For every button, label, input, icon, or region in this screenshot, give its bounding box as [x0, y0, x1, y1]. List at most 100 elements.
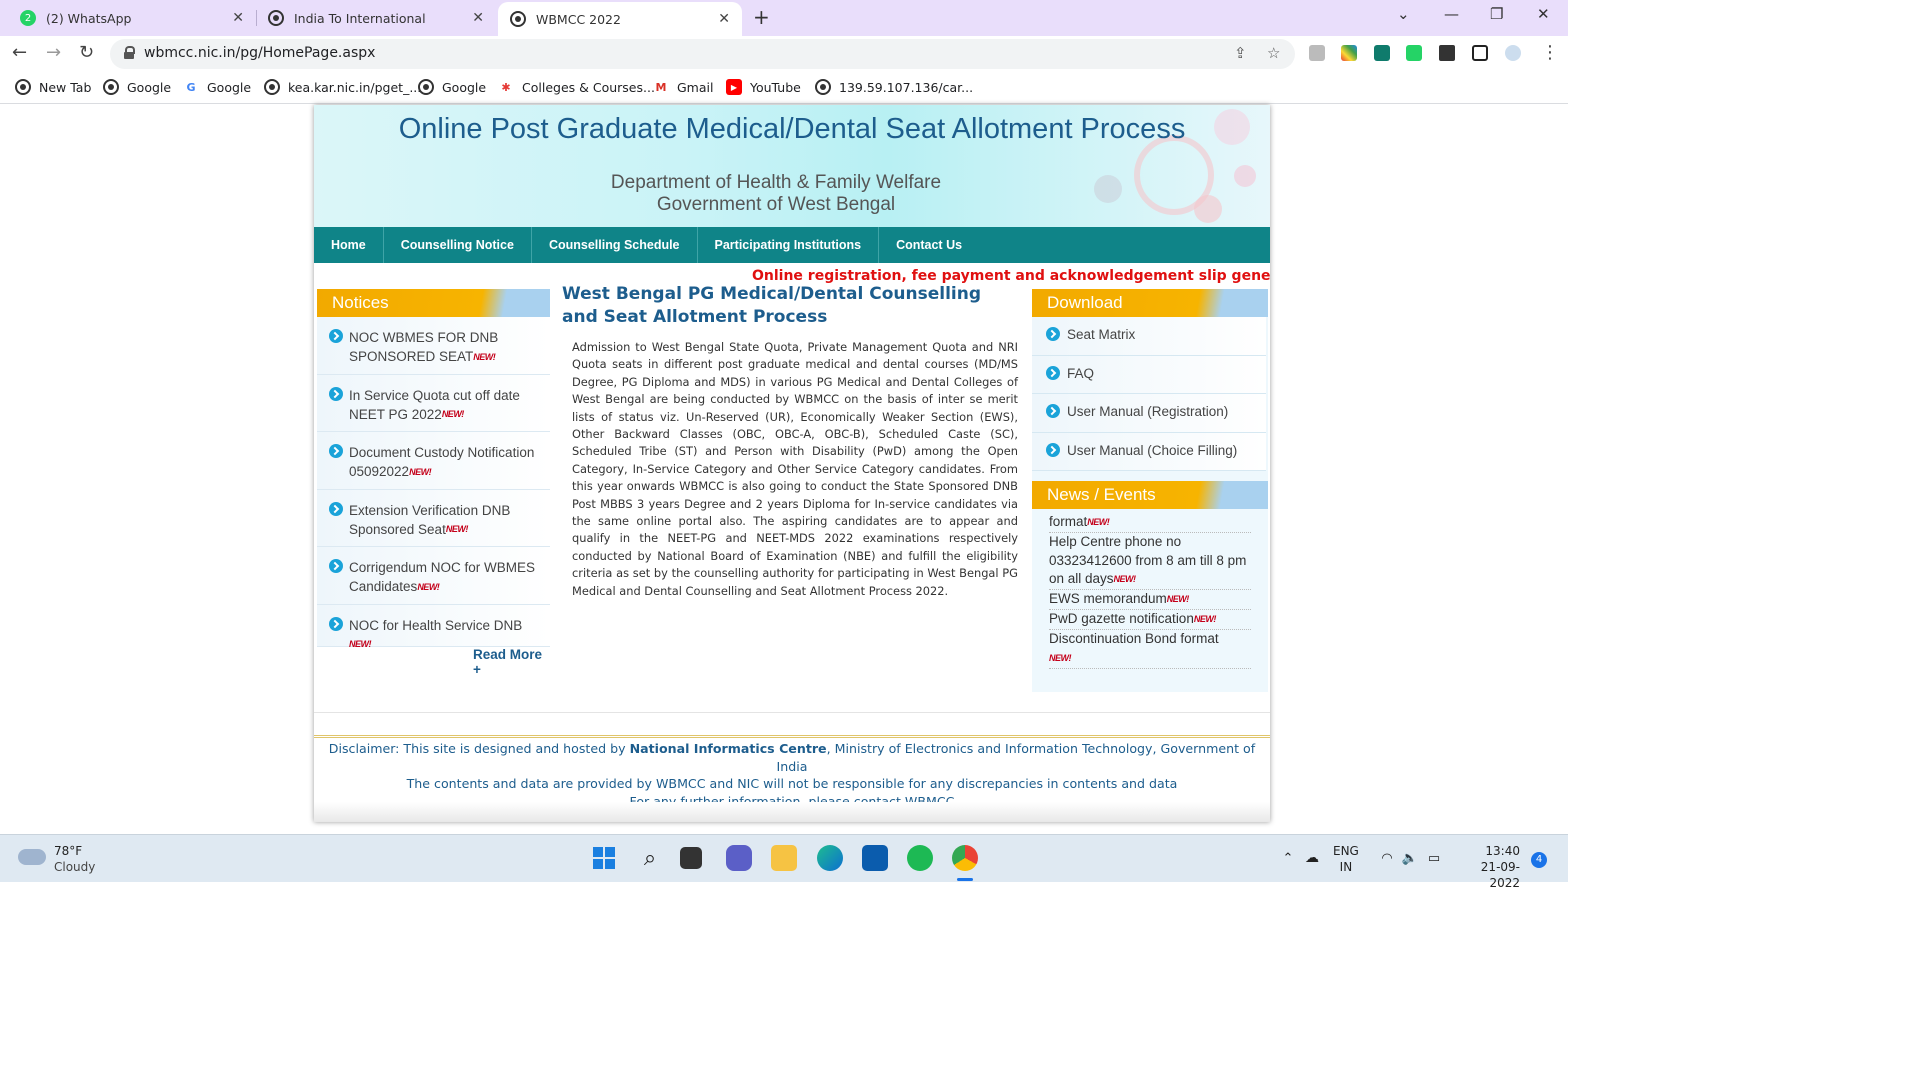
download-link[interactable]: FAQ	[1067, 366, 1094, 381]
address-bar[interactable]: wbmcc.nic.in/pg/HomePage.aspx ⇪ ☆	[110, 39, 1295, 69]
battery-icon[interactable]: ▭	[1421, 845, 1447, 871]
read-more-link[interactable]: Read More +	[473, 647, 550, 677]
news-heading: News / Events	[1047, 485, 1156, 504]
download-panel: Download Seat Matrix FAQ User Manual (Re…	[1032, 289, 1268, 692]
notice-item[interactable]: NOC for Health Service DNB NEW!	[317, 604, 550, 649]
share-icon[interactable]: ⇪	[1234, 44, 1247, 62]
spotify-icon[interactable]	[907, 845, 933, 871]
lock-icon[interactable]	[124, 46, 135, 59]
nav-participating-institutions[interactable]: Participating Institutions	[698, 227, 880, 263]
new-badge: NEW!	[417, 581, 440, 592]
notices-heading: Notices	[332, 293, 389, 312]
news-item[interactable]: Help Centre phone no 03323412600 from 8 …	[1049, 533, 1251, 591]
notices-list: NOC WBMES FOR DNB SPONSORED SEATNEW! In …	[317, 317, 550, 649]
news-text[interactable]: EWS memorandum	[1049, 591, 1167, 606]
extensions-puzzle-icon[interactable]	[1439, 45, 1455, 61]
notice-text[interactable]: NOC for Health Service DNB	[349, 618, 522, 633]
tab-whatsapp[interactable]: 2 (2) WhatsApp ✕	[8, 0, 256, 36]
close-tab-icon[interactable]: ✕	[472, 10, 484, 26]
bookmark-ip[interactable]: 139.59.107.136/car...	[815, 79, 973, 95]
search-icon[interactable]: ⌕	[637, 845, 663, 871]
close-tab-icon[interactable]: ✕	[232, 10, 244, 26]
youtube-icon: ▶	[726, 79, 742, 95]
tab-wbmcc[interactable]: WBMCC 2022 ✕	[498, 2, 742, 36]
camera-extension-icon[interactable]	[1309, 45, 1325, 61]
back-button[interactable]: ←	[12, 42, 27, 63]
download-item[interactable]: Seat Matrix	[1032, 317, 1266, 356]
nav-counselling-notice[interactable]: Counselling Notice	[384, 227, 532, 263]
news-text[interactable]: format	[1049, 514, 1087, 529]
chevron-right-icon	[329, 559, 343, 573]
meet-extension-icon[interactable]	[1374, 45, 1390, 61]
windows-start-icon[interactable]	[591, 845, 617, 871]
whatsapp-extension-icon[interactable]	[1406, 45, 1422, 61]
marquee-text[interactable]: Online registration, fee payment and ack…	[752, 268, 1270, 284]
bookmark-google-2[interactable]: Google	[418, 79, 486, 95]
menu-kebab-icon[interactable]: ⋮	[1541, 42, 1559, 63]
language-indicator[interactable]: ENG IN	[1333, 843, 1359, 875]
notice-item[interactable]: NOC WBMES FOR DNB SPONSORED SEATNEW!	[317, 317, 550, 375]
notice-text[interactable]: Corrigendum NOC for WBMES Candidates	[349, 560, 535, 594]
close-window-button[interactable]: ✕	[1537, 5, 1550, 23]
notice-item[interactable]: In Service Quota cut off date NEET PG 20…	[317, 374, 550, 432]
notice-item[interactable]: Corrigendum NOC for WBMES CandidatesNEW!	[317, 547, 550, 605]
bookmark-colleges[interactable]: ✱ Colleges & Courses...	[498, 79, 655, 95]
notice-item[interactable]: Document Custody Notification 05092022NE…	[317, 432, 550, 490]
nav-contact-us[interactable]: Contact Us	[879, 227, 979, 263]
bookmark-star-icon[interactable]: ☆	[1267, 44, 1280, 62]
new-tab-button[interactable]: +	[753, 5, 770, 29]
url-text[interactable]: wbmcc.nic.in/pg/HomePage.aspx	[144, 45, 375, 61]
close-tab-icon[interactable]: ✕	[718, 11, 730, 27]
notice-item[interactable]: Extension Verification DNB Sponsored Sea…	[317, 489, 550, 547]
news-item[interactable]: EWS memorandumNEW!	[1049, 590, 1251, 611]
color-extension-icon[interactable]	[1341, 45, 1357, 61]
notice-text[interactable]: In Service Quota cut off date NEET PG 20…	[349, 388, 520, 422]
forward-button[interactable]: →	[46, 42, 61, 63]
chevron-up-icon[interactable]: ⌃	[1275, 845, 1301, 871]
download-link[interactable]: Seat Matrix	[1067, 327, 1135, 342]
chevron-right-icon	[1046, 327, 1060, 341]
news-text[interactable]: Help Centre phone no 03323412600 from 8 …	[1049, 534, 1246, 587]
restore-button[interactable]: ❐	[1490, 5, 1503, 23]
profile-avatar[interactable]	[1505, 45, 1521, 61]
nav-home[interactable]: Home	[314, 227, 384, 263]
chrome-icon[interactable]	[952, 845, 978, 871]
news-item[interactable]: formatNEW!	[1049, 513, 1251, 533]
task-view-icon[interactable]	[680, 847, 702, 869]
side-panel-icon[interactable]	[1472, 45, 1488, 61]
tab-search-icon[interactable]: ⌄	[1397, 5, 1410, 23]
news-item[interactable]: PwD gazette notificationNEW!	[1049, 610, 1251, 630]
news-item[interactable]: Discontinuation Bond format NEW!	[1049, 630, 1251, 669]
bookmark-google[interactable]: Google	[103, 79, 171, 95]
teams-chat-icon[interactable]	[726, 845, 752, 871]
download-item[interactable]: FAQ	[1032, 355, 1266, 394]
chevron-right-icon	[329, 501, 343, 516]
store-icon[interactable]	[862, 845, 888, 871]
notice-text[interactable]: Document Custody Notification 05092022	[349, 445, 534, 479]
notice-text[interactable]: Extension Verification DNB Sponsored Sea…	[349, 503, 510, 537]
news-text[interactable]: PwD gazette notification	[1049, 611, 1194, 626]
news-list[interactable]: formatNEW! Help Centre phone no 03323412…	[1049, 513, 1251, 669]
download-item[interactable]: User Manual (Choice Filling)	[1032, 432, 1266, 471]
google-g-icon: G	[186, 80, 196, 94]
reload-button[interactable]: ↻	[79, 42, 94, 63]
bookmark-gmail[interactable]: M Gmail	[653, 79, 714, 95]
download-item[interactable]: User Manual (Registration)	[1032, 394, 1266, 433]
file-explorer-icon[interactable]	[771, 845, 797, 871]
nav-counselling-schedule[interactable]: Counselling Schedule	[532, 227, 698, 263]
news-text[interactable]: Discontinuation Bond format	[1049, 631, 1219, 646]
bookmark-google-g[interactable]: G Google	[183, 79, 251, 95]
volume-icon[interactable]: 🔈	[1397, 845, 1423, 871]
bookmark-youtube[interactable]: ▶ YouTube	[726, 79, 801, 95]
onedrive-cloud-icon[interactable]: ☁	[1299, 845, 1325, 871]
tab-india-to-international[interactable]: India To International ✕	[256, 0, 496, 36]
minimize-button[interactable]: —	[1444, 5, 1459, 23]
bookmark-new-tab[interactable]: New Tab	[15, 79, 91, 95]
clock[interactable]: 13:40 21-09-2022	[1456, 843, 1520, 891]
download-link[interactable]: User Manual (Registration)	[1067, 404, 1228, 419]
new-badge: NEW!	[1087, 517, 1110, 528]
notification-badge[interactable]: 4	[1531, 852, 1547, 868]
download-link[interactable]: User Manual (Choice Filling)	[1067, 443, 1237, 458]
bookmark-kea[interactable]: kea.kar.nic.in/pget_...	[264, 79, 421, 95]
edge-icon[interactable]	[817, 845, 843, 871]
